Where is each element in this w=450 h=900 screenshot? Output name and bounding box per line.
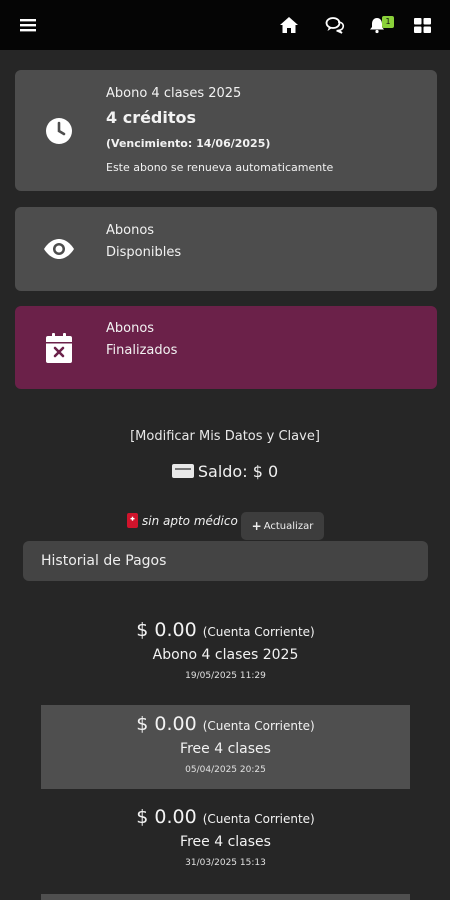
- payment-description: Free 4 clases: [180, 741, 271, 757]
- calendar-x-icon: [43, 332, 75, 364]
- payment-item: $ 0.00 (Cuenta Corriente) Free 4 clases 0…: [41, 705, 410, 789]
- abono-renewal-note: Este abono se renueva automaticamente: [106, 161, 334, 174]
- payment-account: (Cuenta Corriente): [202, 625, 315, 639]
- payment-date: 05/04/2025 20:25: [185, 765, 266, 775]
- payment-item: $ 0.00 (Cuenta Corriente) Free 4 clases 3…: [41, 806, 410, 884]
- abono-credits: 4 créditos: [106, 108, 197, 127]
- grid-icon[interactable]: [411, 14, 433, 36]
- notification-badge: 1: [382, 16, 394, 28]
- credit-card-icon: [171, 464, 194, 478]
- abonos-disponibles-card[interactable]: Abonos Disponibles: [15, 207, 437, 291]
- disponibles-line2: Disponibles: [106, 245, 182, 260]
- abono-title: Abono 4 clases 2025: [106, 86, 242, 101]
- abonos-finalizados-card[interactable]: Abonos Finalizados: [15, 306, 437, 389]
- payment-description: Abono 4 clases 2025: [152, 647, 299, 663]
- payment-account: (Cuenta Corriente): [202, 812, 315, 826]
- disponibles-line1: Abonos: [106, 223, 155, 238]
- top-navbar: 1: [0, 0, 450, 50]
- payment-date: 19/05/2025 11:29: [185, 671, 266, 681]
- finalizados-line1: Abonos: [106, 321, 155, 336]
- abono-expiry: (Vencimiento: 14/06/2025): [106, 137, 271, 150]
- payment-description: Free 4 clases: [180, 834, 271, 850]
- payment-date: 31/03/2025 15:13: [185, 858, 266, 868]
- clock-icon: [43, 115, 75, 147]
- current-abono-card[interactable]: Abono 4 clases 2025 4 créditos (Vencimie…: [15, 70, 437, 191]
- payment-item: $ 0.00 (Cuenta Corriente) Abono 4 clases …: [41, 619, 410, 697]
- payment-history-header[interactable]: Historial de Pagos: [23, 541, 428, 581]
- payment-item-partial: [41, 894, 410, 900]
- actualizar-button[interactable]: + Actualizar: [241, 512, 324, 540]
- chat-icon[interactable]: [324, 14, 346, 36]
- saldo-display: Saldo: $ 0: [0, 462, 450, 481]
- payment-amount: $ 0.00: [136, 806, 197, 828]
- payment-amount: $ 0.00: [136, 713, 197, 735]
- saldo-text: Saldo: $ 0: [197, 462, 279, 481]
- eye-icon: [43, 233, 75, 265]
- plus-icon: +: [251, 519, 262, 533]
- finalizados-line2: Finalizados: [106, 343, 178, 358]
- home-icon[interactable]: [278, 14, 300, 36]
- actualizar-label: Actualizar: [263, 520, 314, 532]
- apto-status-text: sin apto médico: [142, 513, 238, 528]
- hamburger-icon[interactable]: [17, 14, 39, 36]
- payment-account: (Cuenta Corriente): [202, 719, 315, 733]
- medical-file-icon: [127, 513, 138, 528]
- apto-medico-status: sin apto médico: [127, 513, 238, 528]
- payment-amount: $ 0.00: [136, 619, 197, 641]
- modify-data-link[interactable]: [Modificar Mis Datos y Clave]: [0, 429, 450, 444]
